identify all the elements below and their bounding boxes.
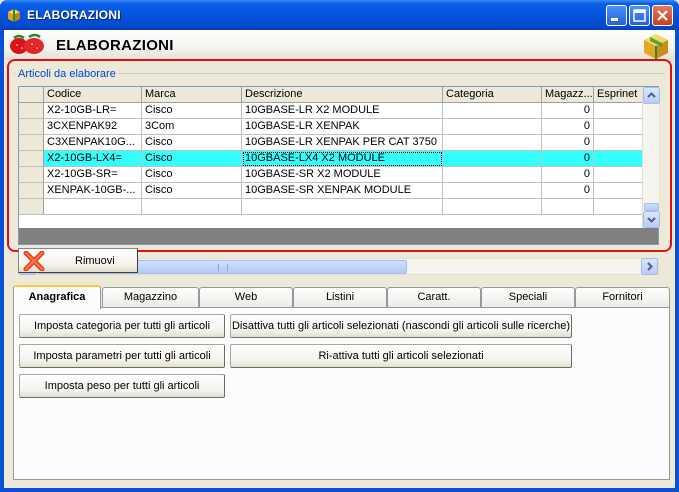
grid-cell[interactable]: 0 bbox=[542, 167, 594, 183]
scroll-up-icon bbox=[647, 92, 656, 98]
tab-anagrafica[interactable]: Anagrafica bbox=[13, 285, 101, 309]
grid-cell[interactable]: X2-10GB-SR= bbox=[44, 167, 142, 183]
strawberry-icon bbox=[10, 33, 44, 54]
maximize-button[interactable] bbox=[629, 5, 650, 26]
grid-cell[interactable]: 10GBASE-LR XENPAK PER CAT 3750 bbox=[242, 135, 443, 151]
scroll-right-button[interactable] bbox=[641, 258, 658, 275]
grid-cell[interactable]: 10GBASE-LR X2 MODULE bbox=[242, 103, 443, 119]
grid-cell[interactable] bbox=[142, 199, 242, 215]
grid-cell[interactable]: 3Com bbox=[142, 119, 242, 135]
header-strip: ELABORAZIONI bbox=[4, 30, 675, 60]
grid-cell[interactable]: 0 bbox=[594, 183, 642, 199]
grid-corner bbox=[19, 87, 44, 103]
column-header[interactable]: Marca bbox=[142, 87, 242, 103]
grid-cell[interactable]: 0 bbox=[594, 119, 642, 135]
vertical-scrollbar[interactable] bbox=[642, 87, 660, 228]
deactivate-selected-button[interactable]: Disattiva tutti gli articoli selezionati… bbox=[230, 314, 572, 338]
remove-button[interactable]: Rimuovi bbox=[18, 248, 138, 273]
tab-listini[interactable]: Listini bbox=[293, 287, 387, 307]
column-header[interactable]: Codice bbox=[44, 87, 142, 103]
grid-cell[interactable]: 0 bbox=[542, 151, 594, 167]
grid-cell[interactable] bbox=[594, 199, 642, 215]
grid-cell[interactable]: 0 bbox=[594, 151, 642, 167]
maximize-icon bbox=[633, 9, 646, 22]
minimize-icon bbox=[611, 18, 618, 21]
grid-cell[interactable]: 3CXENPAK92 bbox=[44, 119, 142, 135]
tab-caratt[interactable]: Caratt. bbox=[387, 287, 481, 307]
grid-cell[interactable]: 10GBASE-LX4 X2 MODULE bbox=[242, 151, 443, 167]
set-weight-button[interactable]: Imposta peso per tutti gli articoli bbox=[19, 374, 225, 398]
grid-cell[interactable]: Cisco bbox=[142, 167, 242, 183]
row-indicator[interactable] bbox=[19, 151, 44, 167]
grid-cell[interactable] bbox=[443, 119, 542, 135]
grid-cell[interactable] bbox=[542, 199, 594, 215]
grid-cell[interactable]: 0 bbox=[542, 119, 594, 135]
column-header[interactable]: Esprinet bbox=[594, 87, 642, 103]
row-indicator[interactable] bbox=[19, 135, 44, 151]
tab-web[interactable]: Web bbox=[199, 287, 293, 307]
grid-cell[interactable] bbox=[44, 199, 142, 215]
window-title: ELABORAZIONI bbox=[27, 8, 121, 22]
grid-cell[interactable]: X2-10GB-LX4= bbox=[44, 151, 142, 167]
grid-cell[interactable] bbox=[443, 103, 542, 119]
row-indicator[interactable] bbox=[19, 199, 44, 215]
set-category-button[interactable]: Imposta categoria per tutti gli articoli bbox=[19, 314, 225, 338]
column-header[interactable]: Magazz... bbox=[542, 87, 594, 103]
grid-cell[interactable] bbox=[443, 135, 542, 151]
app-icon bbox=[8, 9, 20, 22]
page-title: ELABORAZIONI bbox=[56, 37, 174, 54]
row-indicator[interactable] bbox=[19, 167, 44, 183]
scroll-right-icon bbox=[647, 262, 653, 271]
vertical-scroll-thumb[interactable] bbox=[644, 203, 659, 211]
grid-cell[interactable]: 10GBASE-SR X2 MODULE bbox=[242, 167, 443, 183]
grid-cell[interactable]: 0 bbox=[542, 183, 594, 199]
set-params-button[interactable]: Imposta parametri per tutti gli articoli bbox=[19, 344, 225, 368]
grid-body[interactable]: Codice Marca Descrizione Categoria Magazz...… bbox=[19, 87, 642, 228]
scroll-up-button[interactable] bbox=[643, 87, 660, 104]
grid-cell[interactable] bbox=[242, 199, 443, 215]
grid-cell[interactable]: Cisco bbox=[142, 135, 242, 151]
tab-fornitori[interactable]: Fornitori bbox=[575, 287, 670, 307]
articles-grid[interactable]: Codice Marca Descrizione Categoria Magazz...… bbox=[18, 86, 660, 245]
grid-cell[interactable]: X2-10GB-LR= bbox=[44, 103, 142, 119]
grid-cell[interactable]: 0 bbox=[594, 135, 642, 151]
scroll-down-icon bbox=[647, 217, 656, 223]
box-icon bbox=[644, 34, 668, 59]
close-icon bbox=[657, 10, 668, 21]
grid-cell[interactable]: 10GBASE-LR XENPAK bbox=[242, 119, 443, 135]
grid-cell[interactable]: Cisco bbox=[142, 151, 242, 167]
row-indicator[interactable] bbox=[19, 183, 44, 199]
grid-cell[interactable]: 0 bbox=[542, 135, 594, 151]
remove-button-label: Rimuovi bbox=[75, 255, 115, 267]
grid-empty-area bbox=[19, 228, 642, 244]
grid-cell[interactable]: 0 bbox=[542, 103, 594, 119]
grid-cell[interactable]: 0 bbox=[594, 167, 642, 183]
title-bar[interactable]: ELABORAZIONI bbox=[0, 0, 679, 30]
grid-cell[interactable]: 10GBASE-SR XENPAK MODULE bbox=[242, 183, 443, 199]
minimize-button[interactable] bbox=[606, 5, 627, 26]
row-indicator[interactable] bbox=[19, 119, 44, 135]
grid-cell[interactable]: C3XENPAK10G... bbox=[44, 135, 142, 151]
remove-x-icon bbox=[23, 251, 45, 271]
tab-magazzino[interactable]: Magazzino bbox=[102, 287, 199, 307]
close-button[interactable] bbox=[652, 5, 673, 26]
grid-cell[interactable] bbox=[443, 199, 542, 215]
grid-cell[interactable]: XENPAK-10GB-... bbox=[44, 183, 142, 199]
tab-panel-anagrafica: Imposta categoria per tutti gli articoli… bbox=[13, 307, 670, 480]
grid-cell[interactable] bbox=[443, 183, 542, 199]
row-indicator[interactable] bbox=[19, 103, 44, 119]
reactivate-selected-button[interactable]: Ri-attiva tutti gli articoli selezionati bbox=[230, 344, 572, 368]
grid-cell[interactable]: Cisco bbox=[142, 103, 242, 119]
grid-cell[interactable] bbox=[443, 167, 542, 183]
grid-cell[interactable]: 0 bbox=[594, 103, 642, 119]
group-legend: Articoli da elaborare bbox=[16, 68, 118, 80]
scroll-down-button[interactable] bbox=[643, 211, 660, 228]
column-header[interactable]: Descrizione bbox=[242, 87, 443, 103]
scroll-grip bbox=[218, 264, 228, 271]
grid-cell[interactable]: Cisco bbox=[142, 183, 242, 199]
grid-cell[interactable] bbox=[443, 151, 542, 167]
column-header[interactable]: Categoria bbox=[443, 87, 542, 103]
tab-speciali[interactable]: Speciali bbox=[481, 287, 575, 307]
tab-strip: Anagrafica Magazzino Web Listini Caratt. Spec… bbox=[13, 285, 673, 309]
